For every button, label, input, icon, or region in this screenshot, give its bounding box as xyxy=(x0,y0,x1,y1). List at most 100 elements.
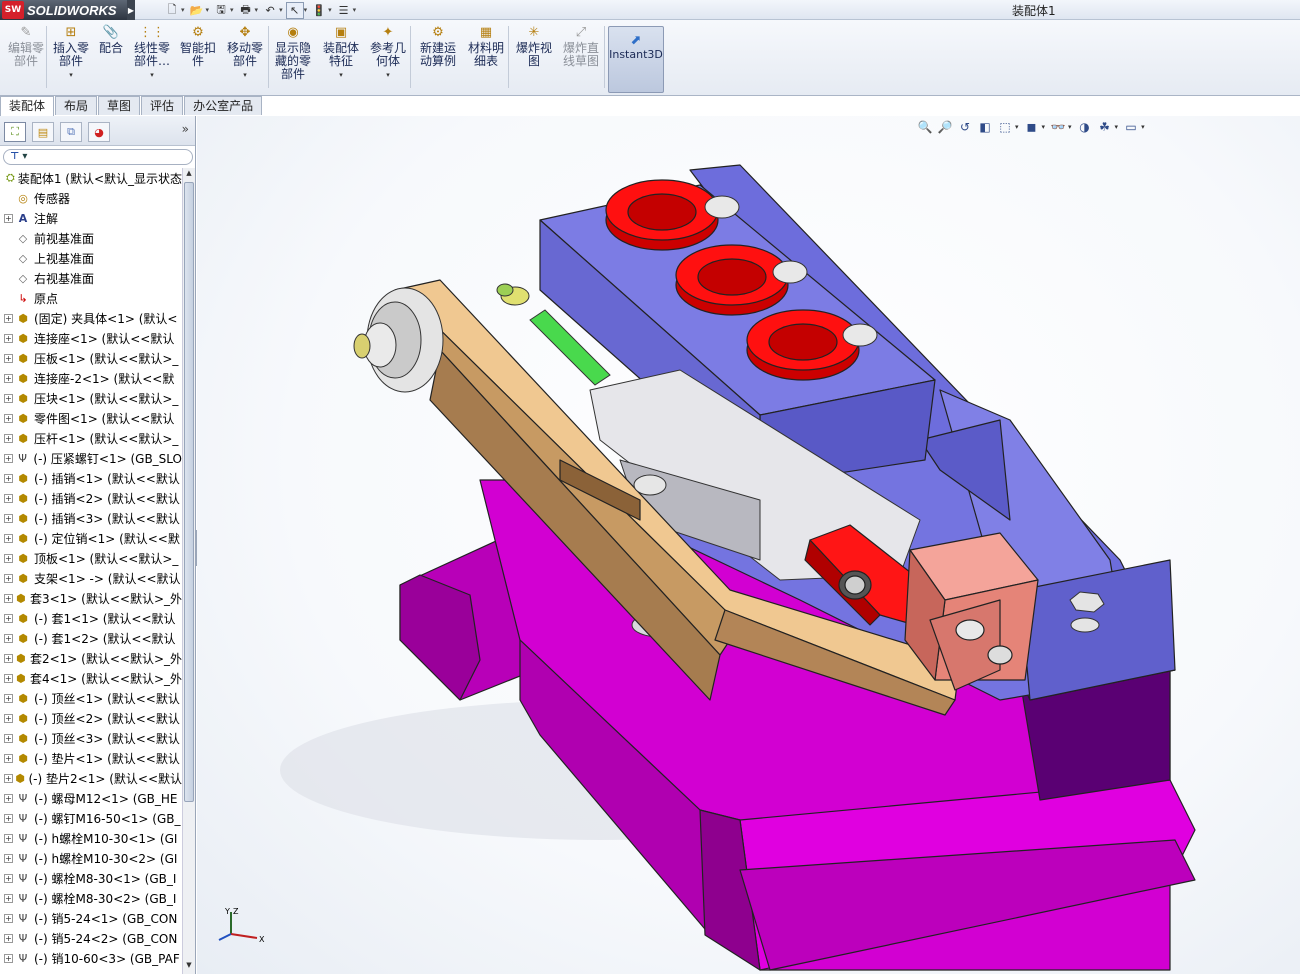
chevron-down-icon[interactable]: ▾ xyxy=(181,6,185,14)
tree-item[interactable]: + Ψ (-) 销5-24<2> (GB_CON xyxy=(0,928,182,948)
tab-1[interactable]: 布局 xyxy=(55,96,98,115)
tree-item[interactable]: ⛭ 装配体1 (默认<默认_显示状态 xyxy=(0,168,182,188)
tab-2[interactable]: 草图 xyxy=(98,96,141,115)
expand-icon[interactable]: + xyxy=(4,813,13,823)
expand-icon[interactable]: + xyxy=(4,333,13,343)
tree-item[interactable]: + ⬢ 支架<1> -> (默认<<默认 xyxy=(0,568,182,588)
tree-item[interactable]: ◇ 右视基准面 xyxy=(0,268,182,288)
tree-scrollbar[interactable]: ▲ ▼ xyxy=(182,168,195,974)
expand-icon[interactable]: + xyxy=(4,493,13,503)
options-icon[interactable]: ☰ xyxy=(335,2,353,19)
expand-icon[interactable]: + xyxy=(4,393,13,403)
chevron-down-icon[interactable]: ▾ xyxy=(150,69,154,82)
solidworks-logo[interactable]: SW SOLIDWORKS xyxy=(0,0,127,20)
expand-icon[interactable]: + xyxy=(4,373,13,383)
tab-0[interactable]: 装配体 xyxy=(0,96,55,116)
expand-icon[interactable]: + xyxy=(4,833,13,843)
save-icon[interactable]: 🖫 xyxy=(212,2,230,19)
scroll-up-icon[interactable]: ▲ xyxy=(183,169,195,181)
graphics-area[interactable]: 🔍 🔎 ↺ ◧ ⬚ ▾ ◼ ▾ 👓 ▾ ◑ ☘ ▾ ▭ ▾ Y Z X xyxy=(197,116,1300,974)
tree-item[interactable]: ◇ 前视基准面 xyxy=(0,228,182,248)
tree-scroll-thumb[interactable] xyxy=(184,182,194,802)
chevron-down-icon[interactable]: ▾ xyxy=(304,6,308,14)
expand-icon[interactable]: + xyxy=(4,453,13,463)
tree-item[interactable]: + ⬢ (-) 垫片2<1> (默认<<默认 xyxy=(0,768,182,788)
section-view-icon[interactable]: ◧ xyxy=(975,117,995,137)
rebuild-icon[interactable]: 🚦 xyxy=(310,2,328,19)
expand-icon[interactable]: + xyxy=(4,533,13,543)
scroll-down-icon[interactable]: ▼ xyxy=(183,961,195,973)
property-manager-icon[interactable]: ▤ xyxy=(32,122,54,142)
expand-icon[interactable]: + xyxy=(4,913,13,923)
chevron-down-icon[interactable]: ▾ xyxy=(255,6,259,14)
chevron-down-icon[interactable]: ▾ xyxy=(339,69,343,82)
assembly-model-render[interactable] xyxy=(197,116,1300,974)
expand-icon[interactable]: + xyxy=(4,653,13,663)
expand-icon[interactable]: + xyxy=(4,733,13,743)
move-component-button[interactable]: ✥ 移动零 部件 ▾ xyxy=(222,24,268,94)
edit-appearance-icon[interactable]: ◑ xyxy=(1075,117,1095,137)
tree-item[interactable]: + ⬢ 压板<1> (默认<<默认>_ xyxy=(0,348,182,368)
feature-tree-filter[interactable]: ⊤ ▾ xyxy=(3,149,193,165)
tab-3[interactable]: 评估 xyxy=(141,96,184,115)
tree-item[interactable]: + ⬢ (-) 定位销<1> (默认<<默 xyxy=(0,528,182,548)
explode-line-sketch-button[interactable]: ⤢ 爆炸直 线草图 xyxy=(558,24,604,94)
undo-icon[interactable]: ↶ xyxy=(261,2,279,19)
expand-icon[interactable]: + xyxy=(4,413,13,423)
configuration-manager-icon[interactable]: ⧉ xyxy=(60,122,82,142)
expand-icon[interactable]: + xyxy=(4,213,13,223)
tree-item[interactable]: + ⬢ (-) 垫片<1> (默认<<默认 xyxy=(0,748,182,768)
menu-expand-arrow-icon[interactable]: ▶ xyxy=(127,0,135,20)
apply-scene-icon[interactable]: ☘ xyxy=(1095,117,1115,137)
expand-icon[interactable]: + xyxy=(4,593,13,603)
chevron-down-icon[interactable]: ▾ xyxy=(386,69,390,82)
tree-item[interactable]: + Ψ (-) 销5-24<1> (GB_CON xyxy=(0,908,182,928)
tree-item[interactable]: + A 注解 xyxy=(0,208,182,228)
expand-icon[interactable]: + xyxy=(4,873,13,883)
tree-item[interactable]: + Ψ (-) 螺栓M8-30<2> (GB_I xyxy=(0,888,182,908)
tree-item[interactable]: ◎ 传感器 xyxy=(0,188,182,208)
expand-icon[interactable]: + xyxy=(4,613,13,623)
chevron-down-icon[interactable]: ▾ xyxy=(69,69,73,82)
show-hidden-button[interactable]: ◉ 显示隐 藏的零 部件 xyxy=(270,24,316,94)
exploded-view-button[interactable]: ✳ 爆炸视 图 xyxy=(512,24,556,94)
expand-icon[interactable]: + xyxy=(4,673,13,683)
expand-icon[interactable]: + xyxy=(4,933,13,943)
tree-item[interactable]: + Ψ (-) 螺母M12<1> (GB_HE xyxy=(0,788,182,808)
tree-item[interactable]: + ⬢ (固定) 夹具体<1> (默认< xyxy=(0,308,182,328)
tree-item[interactable]: + Ψ (-) 销10-60<3> (GB_PAF xyxy=(0,948,182,968)
previous-view-icon[interactable]: ↺ xyxy=(955,117,975,137)
tree-item[interactable]: + ⬢ (-) 顶丝<2> (默认<<默认 xyxy=(0,708,182,728)
chevron-down-icon[interactable]: ▾ xyxy=(206,6,210,14)
tree-item[interactable]: + Ψ (-) 螺钉M16-50<1> (GB_ xyxy=(0,808,182,828)
zoom-to-fit-icon[interactable]: 🔍 xyxy=(915,117,935,137)
tree-item[interactable]: + ⬢ 顶板<1> (默认<<默认>_ xyxy=(0,548,182,568)
zoom-to-area-icon[interactable]: 🔎 xyxy=(935,117,955,137)
tree-item[interactable]: + ⬢ 连接座<1> (默认<<默认 xyxy=(0,328,182,348)
insert-component-button[interactable]: ⊞ 插入零 部件 ▾ xyxy=(48,24,94,94)
reference-geometry-button[interactable]: ✦ 参考几 何体 ▾ xyxy=(366,24,410,94)
tree-item[interactable]: + ⬢ 连接座-2<1> (默认<<默 xyxy=(0,368,182,388)
tree-item[interactable]: + ⬢ 压块<1> (默认<<默认>_ xyxy=(0,388,182,408)
tree-item[interactable]: ↳ 原点 xyxy=(0,288,182,308)
smart-fasteners-button[interactable]: ⚙ 智能扣 件 xyxy=(176,24,220,94)
view-orientation-icon[interactable]: ⬚ xyxy=(995,117,1015,137)
tree-item[interactable]: ◇ 上视基准面 xyxy=(0,248,182,268)
tree-item[interactable]: + Ψ (-) 压紧螺钉<1> (GB_SLO xyxy=(0,448,182,468)
expand-icon[interactable]: + xyxy=(4,693,13,703)
tree-item[interactable]: + ⬢ (-) 顶丝<1> (默认<<默认 xyxy=(0,688,182,708)
tree-item[interactable]: + ⬢ (-) 顶丝<3> (默认<<默认 xyxy=(0,728,182,748)
mate-button[interactable]: 📎 配合 xyxy=(96,24,126,94)
tree-item[interactable]: + ⬢ 套3<1> (默认<<默认>_外 xyxy=(0,588,182,608)
tab-4[interactable]: 办公室产品 xyxy=(184,96,263,115)
chevron-down-icon[interactable]: ▾ xyxy=(243,69,247,82)
instant3d-button[interactable]: ⬈ Instant3D xyxy=(608,26,664,93)
tree-item[interactable]: + ⬢ 零件图<1> (默认<<默认 xyxy=(0,408,182,428)
expand-icon[interactable]: + xyxy=(4,773,13,783)
chevron-down-icon[interactable]: ▾ xyxy=(1042,123,1046,131)
chevron-down-icon[interactable]: ▾ xyxy=(353,6,357,14)
chevron-down-icon[interactable]: ▾ xyxy=(279,6,283,14)
expand-icon[interactable]: + xyxy=(4,633,13,643)
tree-item[interactable]: + Ψ (-) 螺栓M8-30<1> (GB_I xyxy=(0,868,182,888)
chevron-down-icon[interactable]: ▾ xyxy=(328,6,332,14)
